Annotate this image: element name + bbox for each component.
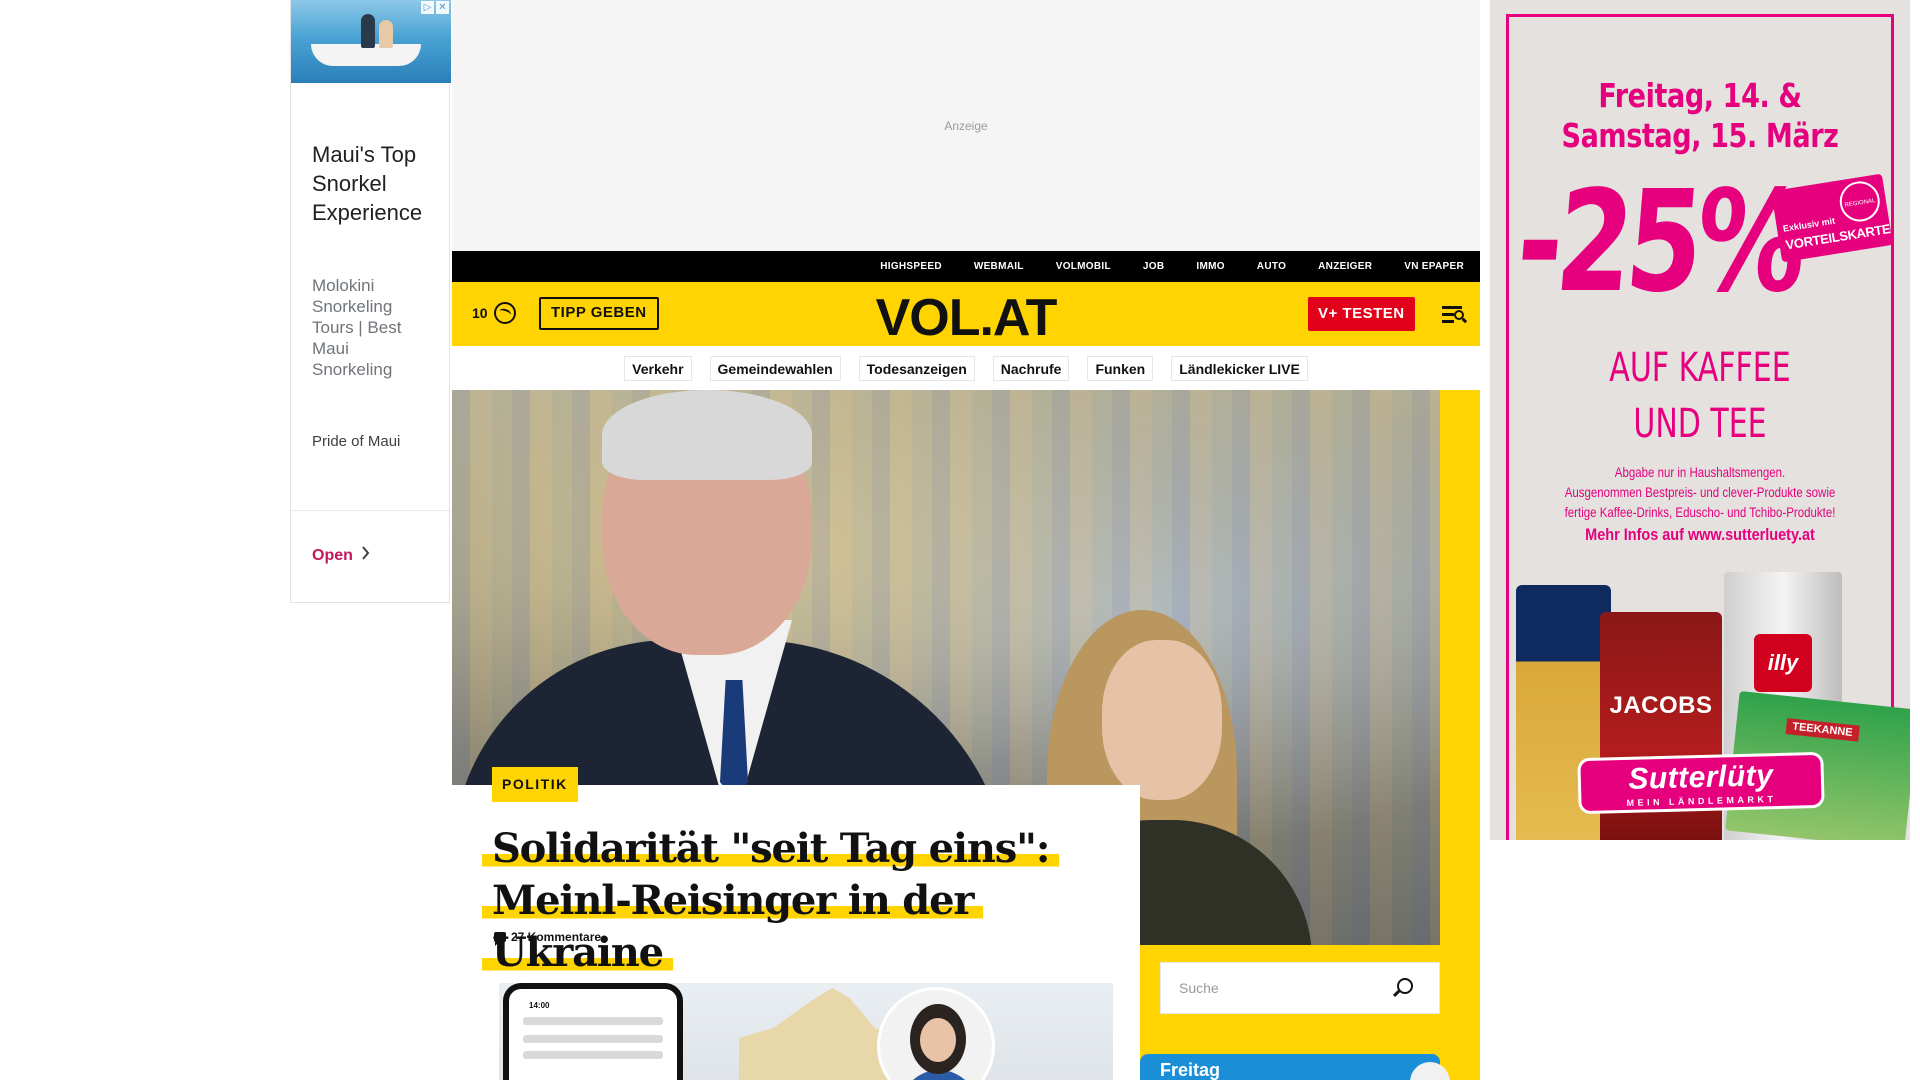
search-input[interactable] <box>1161 963 1401 1013</box>
menu-search-icon[interactable] <box>1442 303 1468 325</box>
right-skyscraper-ad[interactable]: Freitag, 14. & Samstag, 15. März -25% RE… <box>1490 0 1910 840</box>
promo-label: Freitag <box>1160 1060 1221 1080</box>
ad-open-button[interactable]: Open <box>312 546 370 565</box>
comments-link[interactable]: 27 Kommentare <box>494 930 602 946</box>
subscribe-button[interactable]: V+ TESTEN <box>1308 297 1415 331</box>
topic-chip-gemeindewahlen[interactable]: Gemeindewahlen <box>709 355 841 381</box>
search-box <box>1160 962 1440 1014</box>
ad-discount: -25% <box>1511 161 1807 324</box>
adchoices-icon[interactable]: ▷ <box>421 1 434 14</box>
regional-seal-icon: REGIONAL <box>1836 178 1883 225</box>
site-header: 10 TIPP GEBEN VOL.AT V+ TESTEN <box>452 282 1480 347</box>
lead-article: POLITIK Solidarität "seit Tag eins": Mei… <box>452 767 1140 1080</box>
topbar-link-immo[interactable]: IMMO <box>1196 261 1224 272</box>
topic-chip-funken[interactable]: Funken <box>1087 355 1154 381</box>
topbar-link-highspeed[interactable]: HIGHSPEED <box>880 261 942 272</box>
ad-more-info[interactable]: Mehr Infos auf www.sutterluety.at <box>1522 525 1879 545</box>
ad-product-line-1: AUF KAFFEE <box>1609 345 1791 391</box>
topbar-link-anzeiger[interactable]: ANZEIGER <box>1318 261 1372 272</box>
phone-time: 14:00 <box>529 1001 550 1010</box>
person-shape <box>379 20 393 48</box>
topbar-link-webmail[interactable]: WEBMAIL <box>974 261 1024 272</box>
topbar-link-job[interactable]: JOB <box>1143 261 1164 272</box>
article-headline[interactable]: Solidarität "seit Tag eins": Meinl-Reisi… <box>482 823 1122 979</box>
search-icon[interactable] <box>1397 978 1413 994</box>
ad-title[interactable]: Maui's Top Snorkel Experience <box>312 140 442 227</box>
category-badge[interactable]: POLITIK <box>492 767 578 802</box>
ad-date-line-1: Freitag, 14. & <box>1598 76 1802 115</box>
comments-count: 27 Kommentare <box>511 930 602 944</box>
ad-product-line-2: UND TEE <box>1633 401 1767 447</box>
ad-open-label: Open <box>312 546 353 564</box>
close-icon[interactable]: ✕ <box>436 1 449 14</box>
headline-line-2: Meinl-Reisinger in der Ukraine <box>482 877 984 976</box>
headline-line-1: Solidarität "seit Tag eins": <box>482 825 1060 872</box>
ad-label: Anzeige <box>944 119 988 133</box>
brand-jacobs: JACOBS <box>1609 692 1713 719</box>
topic-chip-todesanzeigen[interactable]: Todesanzeigen <box>858 355 975 381</box>
ad-product: AUF KAFFEE UND TEE <box>1543 340 1858 452</box>
store-name: Sutterlüty <box>1627 759 1774 796</box>
teaser-image[interactable]: 14:00 <box>499 983 1113 1080</box>
comment-icon <box>494 932 506 946</box>
promo-teaser[interactable]: Freitag <box>1140 1054 1450 1080</box>
topbar-link-volmobil[interactable]: VOLMOBIL <box>1056 261 1111 272</box>
ad-date-line-2: Samstag, 15. März <box>1561 116 1839 155</box>
ad-advertiser[interactable]: Pride of Maui <box>312 433 400 450</box>
ad-image[interactable]: ▷ ✕ <box>291 0 451 83</box>
hero-section: POLITIK Solidarität "seit Tag eins": Mei… <box>452 390 1480 1080</box>
ad-fine-print: Abgabe nur in Haushaltsmengen. Ausgenomm… <box>1528 462 1872 522</box>
phone-image: 14:00 <box>503 983 683 1080</box>
person-shape <box>361 14 375 48</box>
fine-line-2: Ausgenommen Bestpreis- und clever-Produk… <box>1564 484 1836 500</box>
store-logo[interactable]: Sutterlüty MEIN LÄNDLEMARKT <box>1577 751 1825 815</box>
topic-chip-nachrufe[interactable]: Nachrufe <box>992 355 1070 381</box>
top-service-bar: HIGHSPEED WEBMAIL VOLMOBIL JOB IMMO AUTO… <box>452 251 1480 282</box>
fine-line-1: Abgabe nur in Haushaltsmengen. <box>1614 464 1786 480</box>
ad-description[interactable]: Molokini Snorkeling Tours | Best Maui Sn… <box>312 275 422 380</box>
avatar <box>877 987 995 1080</box>
top-ad-slot[interactable]: Anzeige <box>452 0 1480 251</box>
left-skyscraper-ad[interactable]: ▷ ✕ Maui's Top Snorkel Experience Moloki… <box>290 0 451 603</box>
topic-chip-verkehr[interactable]: Verkehr <box>624 355 692 381</box>
brand-illy: illy <box>1754 634 1812 692</box>
topbar-link-vn-epaper[interactable]: VN EPAPER <box>1404 261 1464 272</box>
brand-teekanne: TEEKANNE <box>1785 718 1860 742</box>
topic-nav: Verkehr Gemeindewahlen Todesanzeigen Nac… <box>452 346 1480 390</box>
fine-line-3: fertige Kaffee-Drinks, Eduscho- und Tchi… <box>1564 504 1836 520</box>
chevron-right-icon <box>361 546 370 565</box>
topic-chip-laendlekicker-live[interactable]: Ländlekicker LIVE <box>1171 355 1308 381</box>
divider <box>291 510 451 511</box>
topbar-link-auto[interactable]: AUTO <box>1257 261 1286 272</box>
ad-date: Freitag, 14. & Samstag, 15. März <box>1528 76 1872 156</box>
